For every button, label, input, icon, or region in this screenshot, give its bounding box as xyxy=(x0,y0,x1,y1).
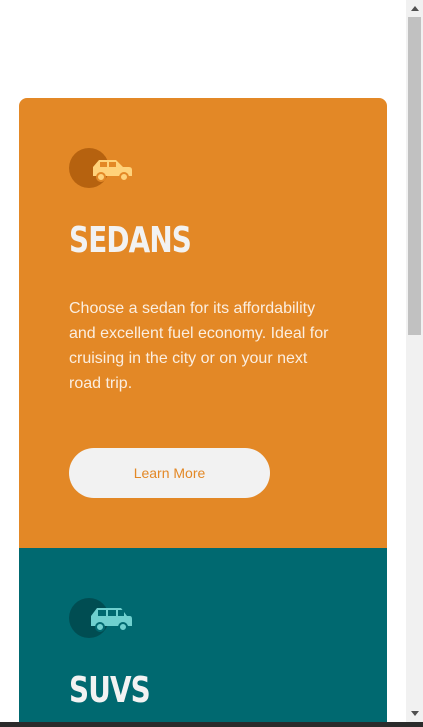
sedan-car-icon xyxy=(69,148,135,188)
vertical-scrollbar[interactable] xyxy=(406,0,423,722)
learn-more-button[interactable]: Learn More xyxy=(69,448,270,498)
scrollbar-thumb[interactable] xyxy=(408,17,421,335)
card-title: SEDANS xyxy=(69,220,192,261)
scroll-up-arrow-icon[interactable] xyxy=(406,0,423,17)
card-stack: SEDANS Choose a sedan for its affordabil… xyxy=(19,98,387,722)
page-viewport: SEDANS Choose a sedan for its affordabil… xyxy=(0,0,406,722)
suv-car-icon xyxy=(69,598,135,638)
scroll-down-arrow-icon[interactable] xyxy=(406,705,423,722)
bottom-edge-bar xyxy=(0,722,423,727)
card-title: SUVS xyxy=(69,670,151,711)
card-description: Choose a sedan for its affordability and… xyxy=(69,300,329,392)
sedans-card: SEDANS Choose a sedan for its affordabil… xyxy=(19,98,387,548)
suvs-card: SUVS xyxy=(19,548,387,722)
